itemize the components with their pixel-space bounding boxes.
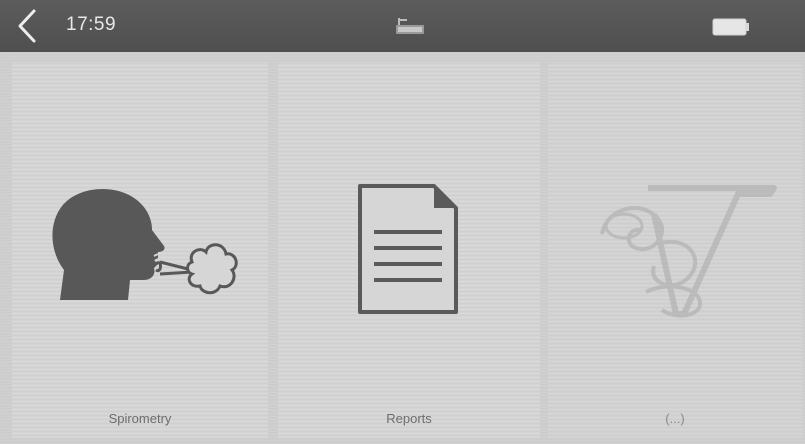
document-icon xyxy=(358,184,458,314)
tile-spirometry[interactable]: Spirometry xyxy=(12,62,268,438)
status-bar: 17:59 xyxy=(0,0,805,52)
tile-label: Reports xyxy=(386,411,432,426)
tile-label: Spirometry xyxy=(108,411,172,426)
app-screen: 17:59 Spirometry Reports (...) xyxy=(0,0,805,444)
chevron-left-icon xyxy=(18,9,36,43)
logo-icon xyxy=(600,185,777,318)
tile-label: (...) xyxy=(665,411,685,426)
tile-reports[interactable]: Reports xyxy=(278,62,540,438)
breathing-head-icon xyxy=(52,188,238,300)
tile-more[interactable]: (...) xyxy=(548,62,802,438)
clock: 17:59 xyxy=(66,14,117,35)
back-button[interactable] xyxy=(8,6,48,46)
menu-tiles: Spirometry Reports (...) xyxy=(12,62,802,438)
battery-icon xyxy=(712,18,749,36)
connection-icon xyxy=(396,18,424,34)
